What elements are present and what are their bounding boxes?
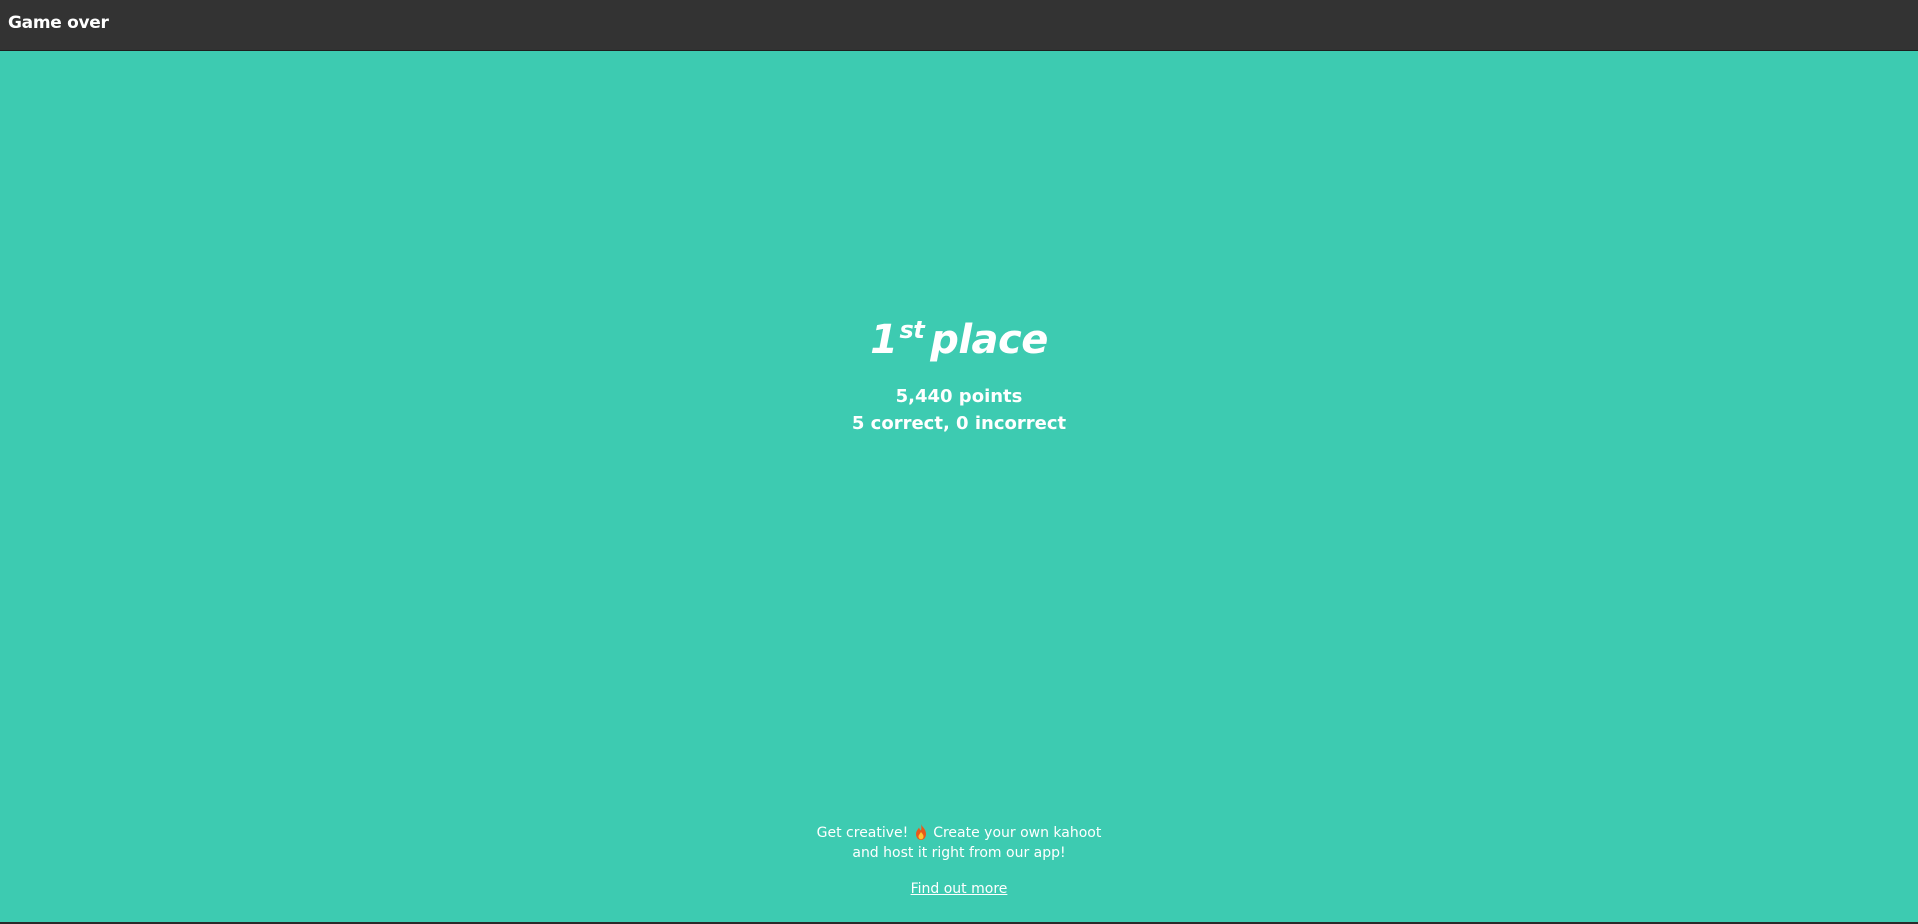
promo-message: Get creative! Create your own kahoot and…	[0, 823, 1918, 899]
game-over-panel	[0, 52, 1918, 924]
promo-line-2: and host it right from our app!	[852, 845, 1066, 861]
placement-heading: 1st place	[0, 315, 1918, 365]
find-out-more-link[interactable]: Find out more	[911, 879, 1008, 899]
top-bar: Game over	[0, 0, 1918, 51]
promo-text-end: Create your own kahoot	[933, 825, 1102, 841]
place-word: place	[930, 317, 1048, 363]
promo-text-start: Get creative!	[816, 825, 909, 841]
promo-line-1: Get creative! Create your own kahoot	[0, 823, 1918, 843]
score-stats: 5,440 points 5 correct, 0 incorrect	[0, 383, 1918, 437]
points-text: 5,440 points	[895, 386, 1023, 407]
place-suffix: st	[899, 316, 925, 344]
place-number: 1	[870, 317, 898, 363]
fire-icon	[915, 824, 927, 840]
answers-text: 5 correct, 0 incorrect	[851, 413, 1067, 434]
result-summary: 1st place 5,440 points 5 correct, 0 incor…	[0, 315, 1918, 437]
page-title: Game over	[8, 13, 109, 33]
